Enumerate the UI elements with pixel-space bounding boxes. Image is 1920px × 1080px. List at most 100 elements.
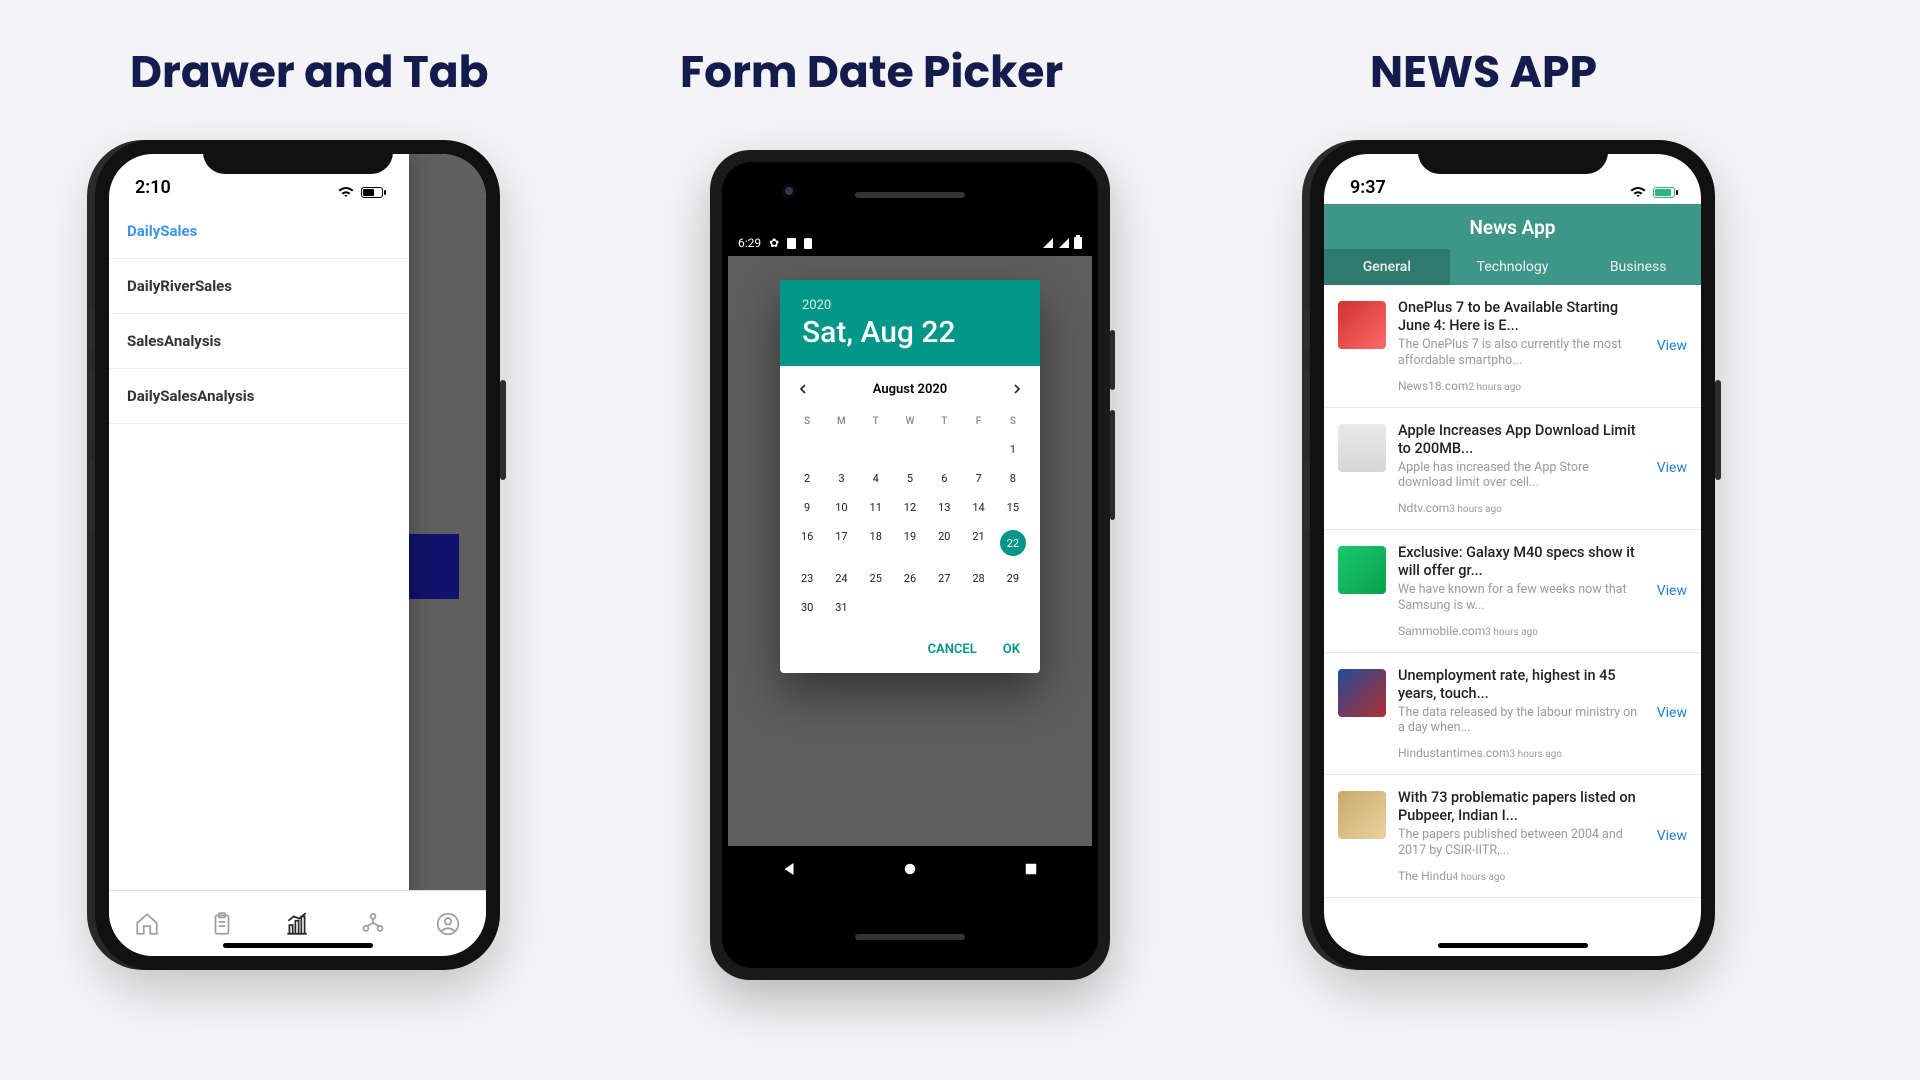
- category-tab[interactable]: General: [1324, 249, 1450, 285]
- calendar-day[interactable]: 25: [859, 564, 893, 593]
- article-meta: The Hindu4 hours ago: [1398, 869, 1645, 883]
- category-tab[interactable]: Technology: [1450, 249, 1576, 285]
- home-indicator: [1438, 943, 1588, 948]
- drawer-item[interactable]: SalesAnalysis: [109, 314, 409, 369]
- calendar-day[interactable]: 15: [996, 493, 1030, 522]
- calendar-day[interactable]: 14: [961, 493, 995, 522]
- selected-year[interactable]: 2020: [802, 298, 1018, 313]
- calendar-day[interactable]: 20: [927, 522, 961, 564]
- date-picker-dialog: 2020 Sat, Aug 22 August 2020 SMTWTFS1234…: [780, 280, 1040, 673]
- article-thumbnail: [1338, 424, 1386, 472]
- view-link[interactable]: View: [1657, 828, 1687, 844]
- calendar-day[interactable]: 26: [893, 564, 927, 593]
- article-thumbnail: [1338, 301, 1386, 349]
- article-item[interactable]: Unemployment rate, highest in 45 years, …: [1324, 653, 1701, 776]
- calendar-day: [927, 593, 961, 622]
- article-title: OnePlus 7 to be Available Starting June …: [1398, 299, 1645, 335]
- status-time: 9:37: [1350, 177, 1386, 198]
- calendar-day[interactable]: 24: [824, 564, 858, 593]
- article-title: Unemployment rate, highest in 45 years, …: [1398, 667, 1645, 703]
- nav-back[interactable]: [780, 860, 798, 882]
- article-item[interactable]: With 73 problematic papers listed on Pub…: [1324, 775, 1701, 898]
- calendar-day[interactable]: 3: [824, 464, 858, 493]
- calendar-day[interactable]: 12: [893, 493, 927, 522]
- tab-clipboard[interactable]: [207, 909, 237, 939]
- calendar-day[interactable]: 2: [790, 464, 824, 493]
- calendar-day[interactable]: 28: [961, 564, 995, 593]
- team-icon: [360, 911, 386, 937]
- calendar-day[interactable]: 11: [859, 493, 893, 522]
- profile-icon: [435, 911, 461, 937]
- calendar-day[interactable]: 29: [996, 564, 1030, 593]
- square-recent-icon: [1022, 860, 1040, 878]
- wifi-icon: [1629, 186, 1647, 198]
- battery-icon: [1653, 187, 1675, 198]
- calendar-day[interactable]: 31: [824, 593, 858, 622]
- article-item[interactable]: Exclusive: Galaxy M40 specs show it will…: [1324, 530, 1701, 653]
- article-item[interactable]: OnePlus 7 to be Available Starting June …: [1324, 285, 1701, 408]
- navigation-drawer: 2:10 DailySalesDailyRiverSalesSalesAnaly…: [109, 154, 409, 956]
- prev-month-button[interactable]: [794, 380, 812, 398]
- drawer-item[interactable]: DailySalesAnalysis: [109, 369, 409, 424]
- tab-profile[interactable]: [433, 909, 463, 939]
- content-block: [409, 534, 459, 599]
- tab-home[interactable]: [132, 909, 162, 939]
- cell-icon: [1058, 237, 1070, 249]
- article-item[interactable]: Apple Increases App Download Limit to 20…: [1324, 408, 1701, 531]
- news-header: News App GeneralTechnologyBusiness: [1324, 204, 1701, 285]
- day-of-week: W: [893, 408, 927, 435]
- article-list[interactable]: OnePlus 7 to be Available Starting June …: [1324, 285, 1701, 898]
- article-title: Apple Increases App Download Limit to 20…: [1398, 422, 1645, 458]
- calendar-day[interactable]: 5: [893, 464, 927, 493]
- view-link[interactable]: View: [1657, 338, 1687, 354]
- calendar-day[interactable]: 16: [790, 522, 824, 564]
- status-time: 2:10: [135, 177, 171, 198]
- calendar-day[interactable]: 13: [927, 493, 961, 522]
- view-link[interactable]: View: [1657, 583, 1687, 599]
- drawer-item[interactable]: DailyRiverSales: [109, 259, 409, 314]
- calendar-day[interactable]: 10: [824, 493, 858, 522]
- calendar-day[interactable]: 17: [824, 522, 858, 564]
- phone-news-app: 9:37 News App GeneralTechnologyBusiness …: [1310, 140, 1715, 970]
- calendar-day[interactable]: 21: [961, 522, 995, 564]
- tab-analytics[interactable]: [282, 909, 312, 939]
- chevron-right-icon: [1012, 384, 1022, 394]
- phone-drawer-tab: 2:10 DailySalesDailyRiverSalesSalesAnaly…: [95, 140, 500, 970]
- view-link[interactable]: View: [1657, 705, 1687, 721]
- calendar-day[interactable]: 6: [927, 464, 961, 493]
- status-indicators: [337, 186, 383, 198]
- tab-team[interactable]: [358, 909, 388, 939]
- home-icon: [134, 911, 160, 937]
- calendar-day: [927, 435, 961, 464]
- next-month-button[interactable]: [1008, 380, 1026, 398]
- article-description: The OnePlus 7 is also currently the most…: [1398, 337, 1645, 368]
- calendar-day[interactable]: 1: [996, 435, 1030, 464]
- calendar-day[interactable]: 22: [996, 522, 1030, 564]
- calendar-day[interactable]: 9: [790, 493, 824, 522]
- article-thumbnail: [1338, 791, 1386, 839]
- calendar-day[interactable]: 7: [961, 464, 995, 493]
- calendar-day[interactable]: 27: [927, 564, 961, 593]
- phone-date-picker: 6:29 ✿ 2020 Sat, Aug 22 A: [710, 150, 1110, 980]
- category-tab[interactable]: Business: [1575, 249, 1701, 285]
- calendar-day[interactable]: 8: [996, 464, 1030, 493]
- calendar-day[interactable]: 19: [893, 522, 927, 564]
- nav-home[interactable]: [901, 860, 919, 882]
- article-title: Exclusive: Galaxy M40 specs show it will…: [1398, 544, 1645, 580]
- day-of-week: T: [859, 408, 893, 435]
- view-link[interactable]: View: [1657, 460, 1687, 476]
- ok-button[interactable]: OK: [1003, 642, 1020, 657]
- calendar-day[interactable]: 23: [790, 564, 824, 593]
- day-of-week: T: [927, 408, 961, 435]
- wifi-icon: [337, 186, 355, 198]
- calendar-day[interactable]: 18: [859, 522, 893, 564]
- chevron-left-icon: [798, 384, 808, 394]
- article-thumbnail: [1338, 669, 1386, 717]
- nav-recent[interactable]: [1022, 860, 1040, 882]
- android-battery-icon: [1074, 237, 1082, 249]
- calendar-day[interactable]: 30: [790, 593, 824, 622]
- cancel-button[interactable]: CANCEL: [928, 642, 977, 657]
- drawer-item[interactable]: DailySales: [109, 204, 409, 259]
- calendar-day[interactable]: 4: [859, 464, 893, 493]
- day-of-week: S: [996, 408, 1030, 435]
